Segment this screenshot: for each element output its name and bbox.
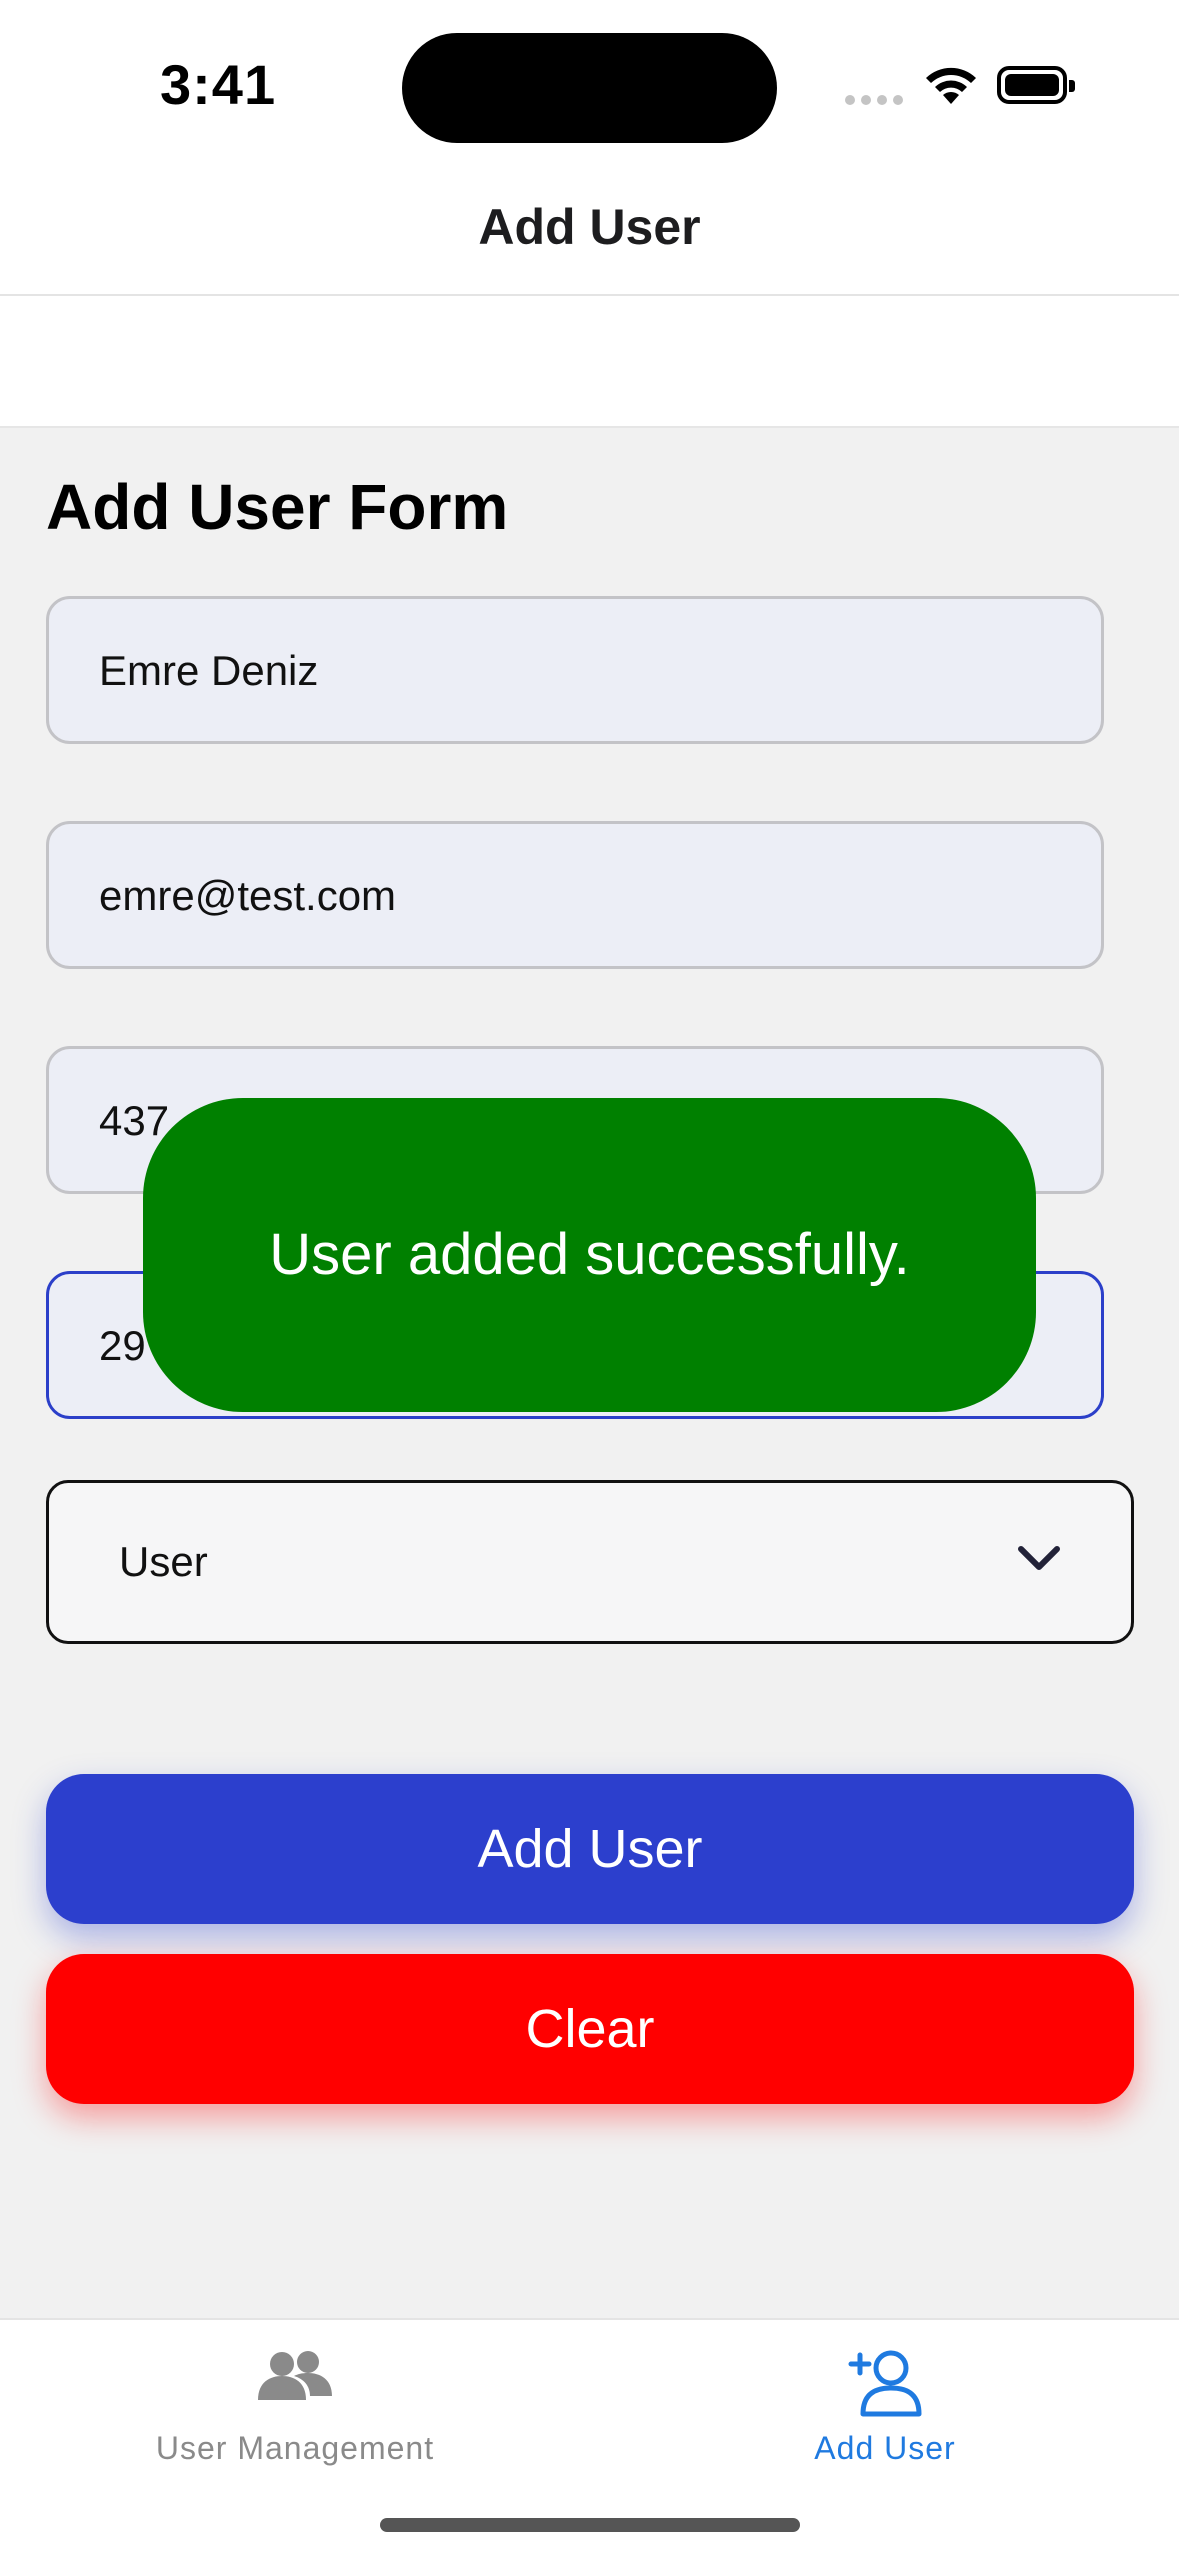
add-user-button[interactable]: Add User — [46, 1774, 1134, 1924]
users-icon — [0, 2348, 590, 2411]
dynamic-island — [402, 33, 777, 143]
email-input[interactable]: emre@test.com — [46, 821, 1104, 969]
wifi-icon — [922, 62, 980, 111]
email-input-value: emre@test.com — [99, 872, 397, 919]
nav-header: Add User — [0, 170, 1179, 296]
tab-user-management-label: User Management — [155, 2430, 435, 2466]
header-spacer — [0, 296, 1179, 428]
cellular-signal-icon — [845, 92, 909, 110]
status-bar: 3:41 — [0, 0, 1179, 170]
form-title: Add User Form — [46, 471, 509, 543]
battery-icon — [997, 66, 1075, 104]
role-select[interactable]: User — [46, 1480, 1134, 1644]
page-title: Add User — [478, 199, 701, 255]
chevron-down-icon — [1015, 1543, 1063, 1578]
phone-input-value: 437 — [99, 1097, 170, 1144]
age-input-value: 29 — [99, 1322, 146, 1369]
name-input-value: Emre Deniz — [99, 647, 319, 694]
status-time: 3:41 — [160, 53, 277, 116]
clear-button[interactable]: Clear — [46, 1954, 1134, 2104]
role-select-value: User — [119, 1538, 208, 1585]
name-input[interactable]: Emre Deniz — [46, 596, 1104, 744]
tab-add-user-label: Add User — [814, 2430, 956, 2466]
add-user-icon — [590, 2348, 1179, 2423]
success-toast: User added successfully. — [143, 1098, 1036, 1412]
home-indicator[interactable] — [380, 2518, 800, 2532]
